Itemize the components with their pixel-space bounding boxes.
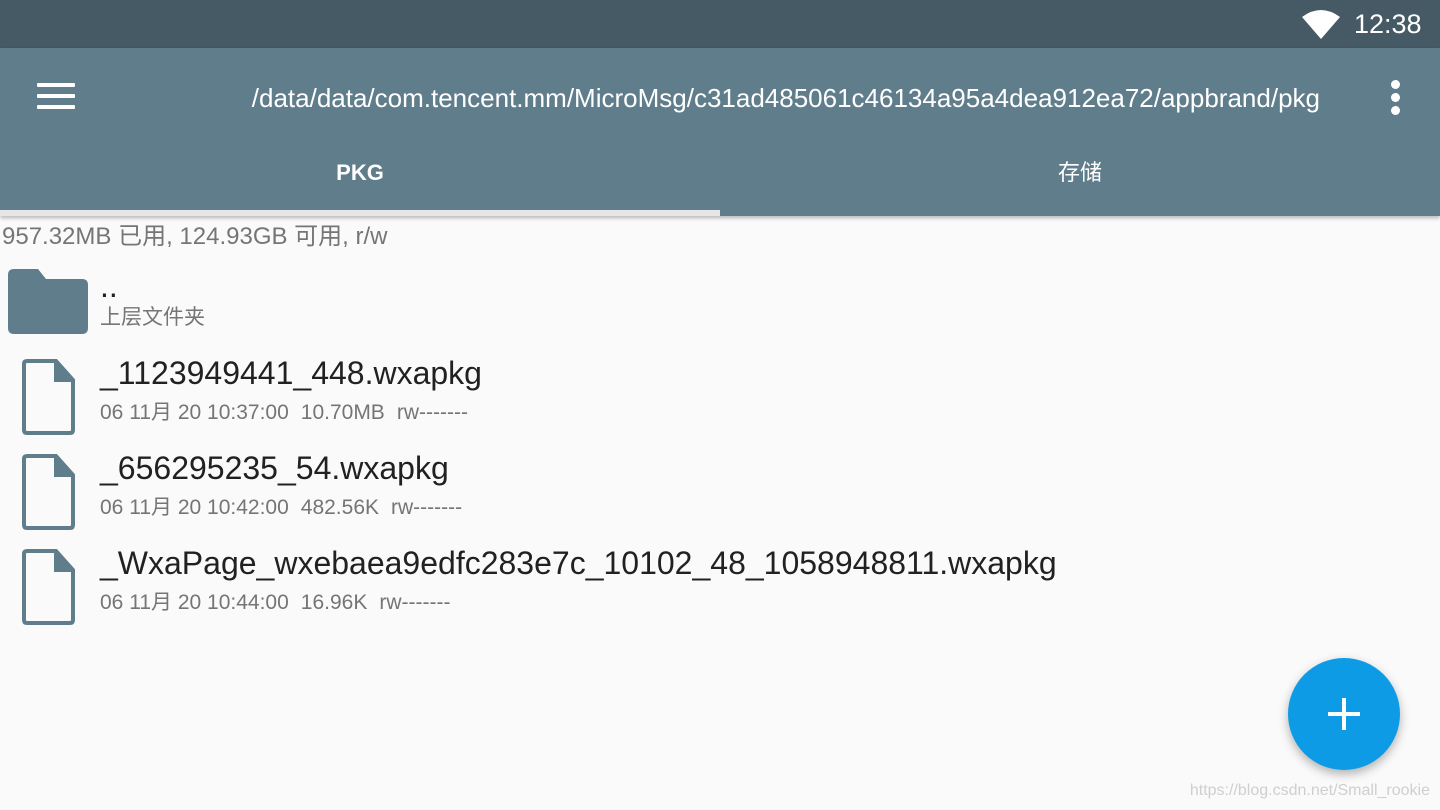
file-icon [22,359,75,435]
file-meta: 06 11月 20 10:37:00 10.70MB rw------- [100,399,480,427]
tab-storage[interactable]: 存储 [720,148,1440,216]
status-time: 12:38 [1354,9,1422,39]
file-date: 06 11月 20 10:42:00 [100,496,289,519]
plus-icon [1328,698,1360,730]
path-breadcrumb[interactable]: /data/data/com.tencent.mm/MicroMsg/c31ad… [144,76,1324,120]
parent-folder-row[interactable]: .. 上层文件夹 [0,262,1440,354]
parent-folder-subtitle: 上层文件夹 [100,306,205,329]
parent-folder-name: .. [100,268,118,304]
file-date: 06 11月 20 10:37:00 [100,401,289,424]
storage-usage: 957.32MB 已用, 124.93GB 可用, r/w [2,223,388,250]
more-options-button[interactable] [1376,74,1416,120]
file-meta: 06 11月 20 10:42:00 482.56K rw------- [100,494,474,522]
file-meta: 06 11月 20 10:44:00 16.96K rw------- [100,589,462,617]
tab-indicator [0,210,720,216]
menu-button[interactable] [24,72,88,120]
file-name: _WxaPage_wxebaea9edfc283e7c_10102_48_105… [100,545,1057,581]
file-size: 10.70MB [300,401,385,424]
file-row[interactable]: _1123949441_448.wxapkg 06 11月 20 10:37:0… [0,352,1440,444]
file-icon [22,454,75,530]
watermark: https://blog.csdn.net/Small_rookie [1189,782,1430,799]
file-name: _656295235_54.wxapkg [100,450,449,486]
wifi-icon [1302,10,1340,39]
status-bar: 12:38 [0,0,1440,48]
file-size: 482.56K [300,496,380,519]
file-size: 16.96K [300,591,368,614]
tab-pkg[interactable]: PKG [0,148,720,216]
current-path: /data/data/com.tencent.mm/MicroMsg/c31ad… [251,83,1320,113]
file-row[interactable]: _656295235_54.wxapkg 06 11月 20 10:42:00 4… [0,447,1440,539]
file-icon [22,549,75,625]
tab-pkg-label: PKG [336,160,384,185]
file-date: 06 11月 20 10:44:00 [100,591,289,614]
file-name: _1123949441_448.wxapkg [100,355,482,391]
file-permissions: rw------- [379,591,451,614]
file-row[interactable]: _WxaPage_wxebaea9edfc283e7c_10102_48_105… [0,542,1440,634]
tab-storage-label: 存储 [1057,160,1102,185]
app-bar: /data/data/com.tencent.mm/MicroMsg/c31ad… [0,48,1440,216]
folder-icon [8,269,88,334]
file-permissions: rw------- [391,496,463,519]
file-permissions: rw------- [396,401,468,424]
add-button[interactable] [1288,658,1400,770]
